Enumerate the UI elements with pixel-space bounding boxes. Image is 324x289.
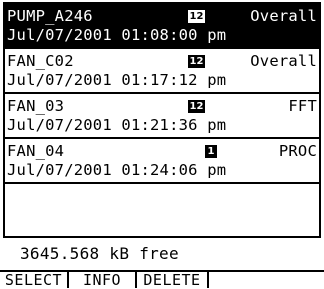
- file-list: PUMP_A246 12 Overall Jul/07/2001 01:08:0…: [3, 2, 321, 238]
- file-name: FAN_C02: [7, 52, 74, 70]
- empty-list-area: [5, 184, 319, 237]
- file-date: Jul/07/2001: [7, 116, 112, 134]
- file-type: Overall: [250, 52, 317, 70]
- channel-badge: 12: [188, 10, 205, 23]
- softkey-bar: SELECT INFO DELETE: [0, 270, 324, 288]
- file-type: PROC: [278, 142, 317, 160]
- file-time: 01:17:12 pm: [121, 71, 227, 89]
- file-name: FAN_03: [7, 97, 65, 115]
- file-entry-pump-a246[interactable]: PUMP_A246 12 Overall Jul/07/2001 01:08:0…: [5, 4, 319, 49]
- select-softkey[interactable]: SELECT: [0, 272, 69, 288]
- channel-badge: 12: [188, 100, 205, 113]
- file-entry-fan-c02[interactable]: FAN_C02 12 Overall Jul/07/2001 01:17:12 …: [5, 49, 319, 94]
- file-time: 01:08:00 pm: [121, 26, 227, 44]
- channel-badge: 1: [205, 145, 217, 158]
- file-date: Jul/07/2001: [7, 71, 112, 89]
- free-space-status: 3645.568 kB free: [20, 244, 179, 263]
- file-entry-fan-04[interactable]: FAN_04 1 PROC Jul/07/2001 01:24:06 pm: [5, 139, 319, 184]
- info-softkey[interactable]: INFO: [69, 272, 137, 288]
- file-manager-screen: PUMP_A246 12 Overall Jul/07/2001 01:08:0…: [0, 0, 324, 288]
- file-date: Jul/07/2001: [7, 161, 112, 179]
- file-name: PUMP_A246: [7, 7, 93, 25]
- file-date: Jul/07/2001: [7, 26, 112, 44]
- file-name: FAN_04: [7, 142, 65, 160]
- file-type: FFT: [288, 97, 317, 115]
- file-time: 01:24:06 pm: [121, 161, 227, 179]
- delete-softkey[interactable]: DELETE: [137, 272, 209, 288]
- channel-badge: 12: [188, 55, 205, 68]
- file-time: 01:21:36 pm: [121, 116, 227, 134]
- file-entry-fan-03[interactable]: FAN_03 12 FFT Jul/07/2001 01:21:36 pm: [5, 94, 319, 139]
- file-type: Overall: [250, 7, 317, 25]
